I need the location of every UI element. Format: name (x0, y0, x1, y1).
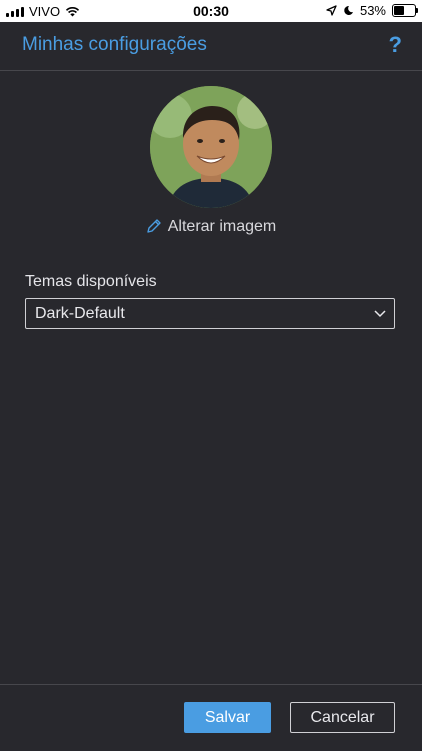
battery-fill (394, 6, 404, 15)
footer: Salvar Cancelar (0, 684, 422, 751)
change-image-label: Alterar imagem (167, 218, 277, 235)
battery-icon (392, 4, 418, 17)
cancel-button[interactable]: Cancelar (290, 702, 395, 733)
save-button[interactable]: Salvar (184, 702, 271, 733)
location-icon (326, 5, 337, 16)
battery-percent: 53% (359, 3, 386, 18)
page-title: Minhas configurações (22, 34, 207, 55)
theme-select-value: Dark-Default (35, 305, 125, 322)
status-bar: VIVO 00:30 53% (0, 0, 422, 22)
pencil-icon (147, 219, 161, 233)
help-button[interactable]: ? (389, 32, 402, 58)
page-header: Minhas configurações ? (0, 22, 422, 71)
themes-label: Temas disponíveis (25, 273, 157, 290)
moon-icon (344, 5, 353, 15)
theme-select[interactable]: Dark-Default (25, 298, 395, 329)
change-image-button[interactable]: Alterar imagem (0, 218, 422, 236)
chevron-down-icon (374, 310, 386, 318)
avatar (150, 86, 272, 208)
status-bar-right: 53% (326, 3, 418, 18)
avatar-portrait (150, 86, 272, 208)
